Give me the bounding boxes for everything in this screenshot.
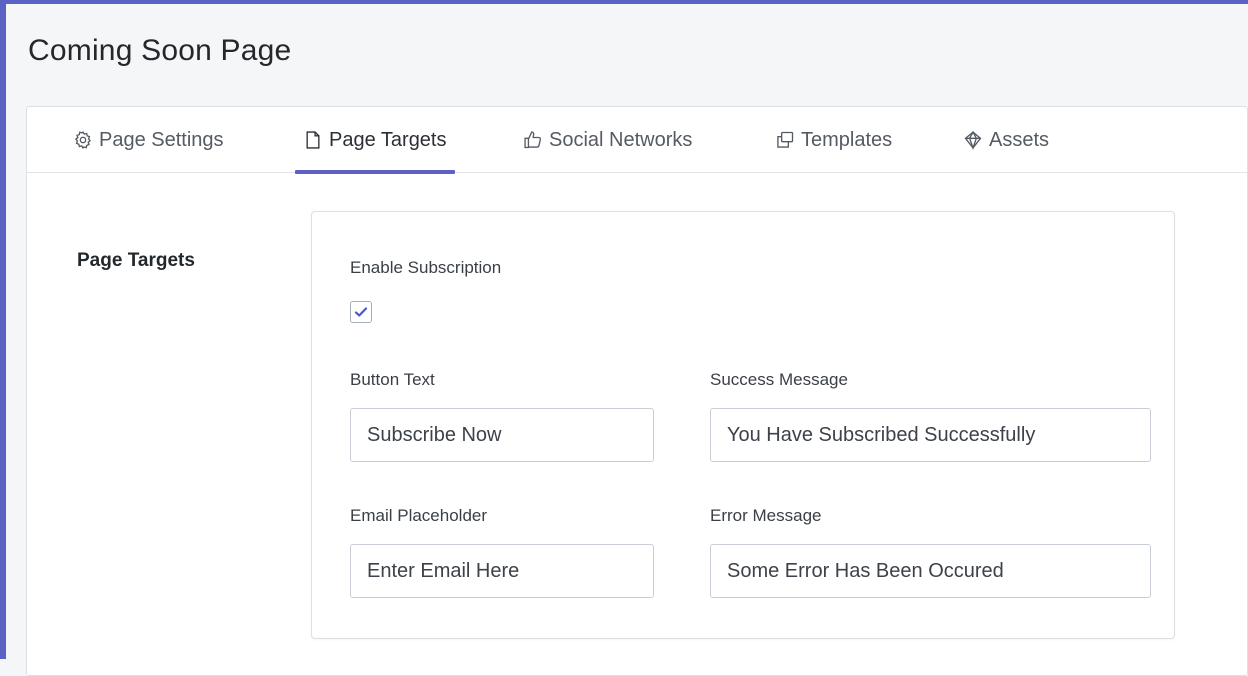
page-title: Coming Soon Page xyxy=(28,34,292,67)
email-placeholder-label: Email Placeholder xyxy=(350,506,488,525)
tab-templates[interactable]: Templates xyxy=(775,107,892,173)
enable-subscription-checkbox[interactable] xyxy=(350,301,372,323)
button-text-input[interactable] xyxy=(350,408,654,462)
tab-social-networks[interactable]: Social Networks xyxy=(523,107,692,173)
tab-label: Templates xyxy=(801,128,893,151)
success-message-label: Success Message xyxy=(710,370,848,389)
success-message-input[interactable] xyxy=(710,408,1151,462)
gem-icon xyxy=(964,130,982,150)
tab-page-settings[interactable]: Page Settings xyxy=(73,107,224,173)
tab-page-targets[interactable]: Page Targets xyxy=(295,107,454,174)
tab-label: Page Targets xyxy=(329,128,447,151)
tab-label: Assets xyxy=(989,128,1050,151)
gear-icon xyxy=(74,131,92,149)
settings-panel: Page Settings Page Targets Social Networ… xyxy=(26,106,1248,676)
enable-subscription-label: Enable Subscription xyxy=(350,258,502,277)
tab-label: Social Networks xyxy=(549,128,693,151)
page-targets-card: Enable Subscription Button Text Success … xyxy=(311,211,1175,639)
button-text-label: Button Text xyxy=(350,370,435,389)
checkmark-icon xyxy=(354,307,368,317)
section-label: Page Targets xyxy=(77,250,195,271)
document-icon xyxy=(306,131,320,149)
thumbs-up-icon xyxy=(524,131,542,149)
error-message-label: Error Message xyxy=(710,506,822,525)
tab-bar: Page Settings Page Targets Social Networ… xyxy=(27,107,1247,174)
error-message-input[interactable] xyxy=(710,544,1151,598)
tab-assets[interactable]: Assets xyxy=(963,107,1049,173)
email-placeholder-input[interactable] xyxy=(350,544,654,598)
app-frame: Coming Soon Page Page Settings Page Targ… xyxy=(0,0,1248,676)
copy-icon xyxy=(777,131,794,148)
tab-label: Page Settings xyxy=(99,128,224,151)
